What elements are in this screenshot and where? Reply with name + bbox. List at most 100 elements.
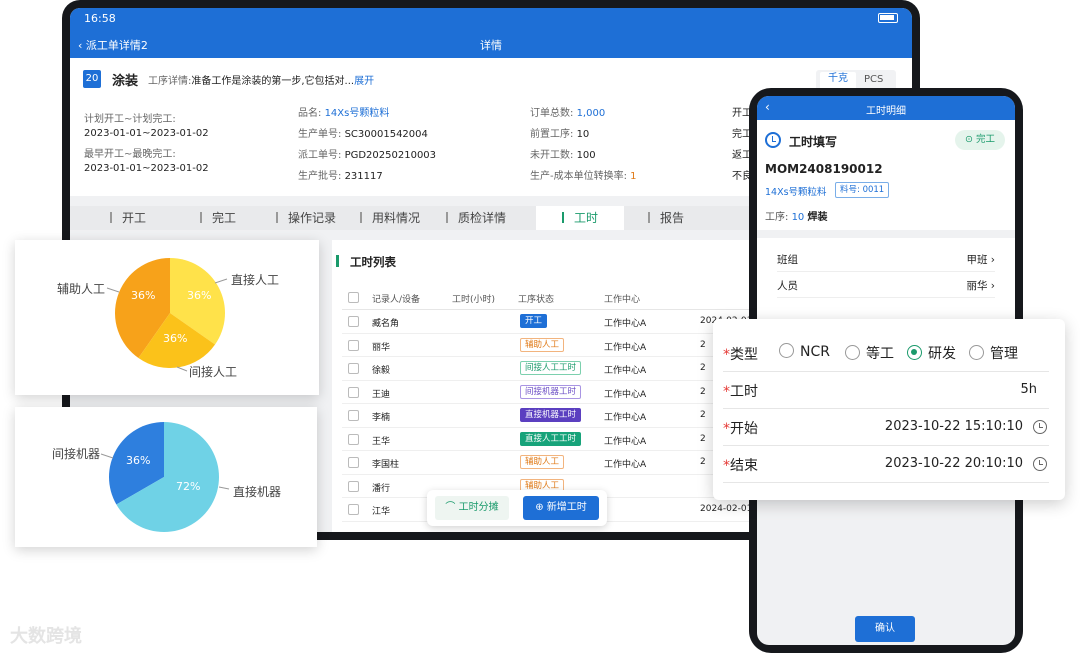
page-title: 详情 [480, 39, 502, 52]
header-state: 工序状态 [518, 295, 555, 305]
process-detail-label: 工序详情: [148, 76, 192, 87]
state-tag: 间接人工工时 [520, 361, 582, 375]
plan-info: 计划开工~计划完工: 2023-01-01~2023-01-02 [84, 113, 209, 141]
tab-material[interactable]: 用料情况 [360, 206, 420, 230]
batch-value: 231117 [344, 171, 383, 182]
tab-quality[interactable]: 质检详情 [446, 206, 506, 230]
prod-no-value: SC30001542004 [344, 129, 428, 140]
radio-rnd[interactable]: 研发 [907, 343, 956, 363]
tab-label: 用料情况 [372, 211, 421, 225]
row-recorder: 江华 [372, 507, 391, 517]
row-checkbox[interactable] [348, 386, 359, 398]
row-checkbox[interactable] [348, 339, 359, 351]
radio-label: 研发 [928, 346, 956, 362]
row-date: 2 [700, 386, 706, 397]
expand-link[interactable]: 展开 [354, 76, 374, 87]
item-value: 14Xs号颗粒料 [324, 108, 390, 119]
row-state: 间接机器工时 [520, 384, 582, 399]
row-center: 工作中心A [604, 366, 647, 376]
state-tag: 直接人工工时 [520, 431, 582, 446]
row-state: 辅助人工 [520, 455, 565, 469]
radio-ncr[interactable]: NCR [779, 343, 830, 363]
row-center: 工作中心A [604, 389, 647, 400]
slice-value-auxiliary: 36% [131, 289, 155, 302]
radio-wait[interactable]: 等工 [845, 343, 894, 363]
unit-option-pcs[interactable]: PCS [864, 74, 883, 85]
team-row[interactable]: 班组 甲班 › [777, 246, 995, 272]
status-badge: ⊙ 完工 [955, 130, 1005, 150]
confirm-button[interactable]: 确认 [855, 616, 915, 642]
labor-pie-card: 36% 36% 36% 辅助人工 直接人工 间接人工 [15, 240, 319, 395]
row-recorder: 李楠 [372, 413, 391, 423]
tab-label: 质检详情 [458, 211, 507, 225]
row-checkbox[interactable] [348, 433, 359, 445]
process-label: 工序: [765, 212, 789, 223]
row-checkbox[interactable] [348, 480, 359, 492]
radio-label: 管理 [990, 346, 1018, 362]
label-indirect-machine: 间接机器 [52, 447, 101, 461]
tab-finish[interactable]: 完工 [200, 206, 236, 230]
row-date: 2 [700, 363, 706, 373]
row-checkbox[interactable] [348, 457, 359, 468]
leader-line [176, 366, 188, 372]
row-center: 工作中心A [604, 342, 647, 353]
row-checkbox[interactable] [348, 316, 359, 327]
radio-label: NCR [800, 344, 830, 360]
person-row[interactable]: 人员 丽华 › [777, 272, 995, 298]
split-hours-button[interactable]: ⌒ 工时分摊 [435, 496, 509, 520]
end-label: *结束 [723, 458, 758, 474]
row-recorder: 臧名角 [372, 319, 400, 329]
row-state: 开工 [520, 314, 548, 328]
tab-report[interactable]: 报告 [648, 206, 684, 230]
list-title: 工时列表 [336, 255, 396, 269]
end-value: 2023-10-22 20:10:10 [884, 456, 1023, 471]
process-name: 涂装 [112, 74, 139, 89]
material-number: 料号: 0011 [835, 182, 890, 198]
battery-icon [878, 13, 898, 23]
not-started-value: 100 [576, 150, 596, 161]
row-checkbox[interactable] [348, 410, 359, 421]
labor-pie-chart: 36% 36% 36% [106, 258, 228, 372]
dispatch-value: PGD20250210003 [344, 150, 437, 161]
select-all-checkbox[interactable] [348, 292, 359, 303]
row-checkbox[interactable] [348, 363, 359, 374]
start-label: *开始 [723, 421, 758, 437]
ratio-label: 生产-成本单位转换率: [530, 171, 627, 182]
slice-value-direct: 36% [187, 289, 211, 302]
hours-label-text: 工时 [730, 384, 758, 400]
row-center: 工作中心A [604, 460, 647, 470]
radio-management[interactable]: 管理 [969, 343, 1018, 363]
start-row[interactable]: *开始 2023-10-22 15:10:10 [723, 409, 1049, 446]
person-value: 丽华 › [966, 280, 995, 292]
row-checkbox[interactable] [348, 504, 359, 515]
clock-icon[interactable] [1033, 457, 1047, 471]
row-date: 2 [700, 457, 706, 467]
process-detail: 工序详情:准备工作是涂装的第一步,它包括对...展开 [148, 72, 374, 87]
prev-proc-value: 10 [576, 129, 590, 140]
ratio-value: 1 [630, 171, 637, 182]
state-tag: 开工 [520, 314, 548, 328]
item-label: 品名: [298, 108, 322, 119]
split-hours-label: 工时分摊 [458, 502, 499, 513]
row-recorder: 王迪 [372, 389, 391, 400]
assignment-rows: 班组 甲班 › 人员 丽华 › [757, 238, 1015, 322]
hours-row[interactable]: *工时 5h [723, 372, 1049, 409]
row-state: 直接人工工时 [520, 431, 582, 446]
label-direct-labor: 直接人工 [231, 273, 280, 287]
row-state: 直接机器工时 [520, 408, 582, 422]
clock-icon[interactable] [1033, 420, 1047, 434]
start-value: 2023-10-22 15:10:10 [884, 419, 1023, 434]
end-row[interactable]: *结束 2023-10-22 20:10:10 [723, 446, 1049, 483]
tab-start[interactable]: 开工 [110, 206, 146, 230]
status-bar: 16:58 [70, 8, 912, 30]
type-label-text: 类型 [730, 347, 758, 363]
row-recorder: 丽华 [372, 342, 391, 353]
state-tag: 直接机器工时 [520, 408, 582, 422]
row-date: 2 [700, 410, 706, 420]
dispatch-field: 派工单号: PGD20250210003 [298, 149, 436, 163]
team-value-text: 甲班 [966, 254, 988, 266]
tab-hours[interactable]: 工时 [536, 206, 624, 230]
add-hours-button[interactable]: ⊕ 新增工时 [523, 496, 599, 520]
tab-operation-log[interactable]: 操作记录 [276, 206, 336, 230]
slice-value-direct-machine: 72% [176, 480, 200, 493]
